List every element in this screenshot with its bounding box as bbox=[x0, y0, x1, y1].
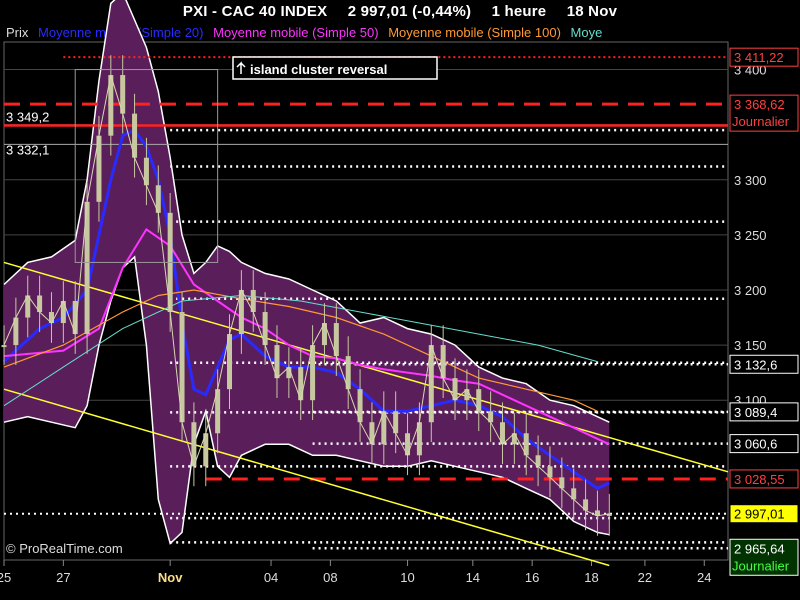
level-tag-sub: Journalier bbox=[732, 114, 790, 129]
x-tick-label: 10 bbox=[400, 570, 414, 585]
level-tag: 2 965,64 Journalier bbox=[729, 538, 799, 576]
x-tick-label: 08 bbox=[323, 570, 337, 585]
level-tag: 3 132,6 bbox=[729, 354, 799, 374]
x-tick-label: 22 bbox=[638, 570, 652, 585]
y-tick-label: 3 250 bbox=[734, 228, 767, 243]
x-tick-label: 14 bbox=[466, 570, 480, 585]
watermark: © ProRealTime.com bbox=[6, 541, 123, 556]
y-tick-label: 3 150 bbox=[734, 338, 767, 353]
price-chart[interactable]: 3 1003 1503 2003 2503 3003 3503 4002527N… bbox=[0, 0, 800, 600]
level-tag-value: 3 368,62 bbox=[734, 97, 785, 112]
level-tag-left: 3 332,1 bbox=[6, 142, 49, 157]
x-tick-label: 25 bbox=[0, 570, 11, 585]
x-tick-label: 24 bbox=[697, 570, 711, 585]
level-tag: 3 089,4 bbox=[729, 402, 799, 422]
x-tick-label: 27 bbox=[56, 570, 70, 585]
x-tick-label: 16 bbox=[525, 570, 539, 585]
x-tick-label: 18 bbox=[584, 570, 598, 585]
level-tag: 3 411,22 bbox=[729, 47, 799, 67]
y-tick-label: 3 300 bbox=[734, 173, 767, 188]
x-tick-label: Nov bbox=[158, 570, 183, 585]
level-tag: 3 060,6 bbox=[729, 434, 799, 454]
annotation-text: island cluster reversal bbox=[250, 62, 387, 77]
level-tag: 3 028,55 bbox=[729, 469, 799, 489]
level-tag-value: 2 997,01 bbox=[734, 507, 785, 522]
level-tag-left: 3 349,2 bbox=[6, 110, 49, 125]
level-tag-value: 3 411,22 bbox=[734, 50, 784, 65]
level-tag: 3 368,62 Journalier bbox=[729, 94, 799, 132]
candle-body bbox=[1, 345, 7, 348]
level-tag-value: 3 060,6 bbox=[734, 437, 777, 452]
x-tick-label: 04 bbox=[264, 570, 278, 585]
level-tag-value: 3 028,55 bbox=[734, 472, 785, 487]
level-tag-value: 3 132,6 bbox=[734, 357, 777, 372]
level-tag-value: 3 089,4 bbox=[734, 405, 777, 420]
y-tick-label: 3 200 bbox=[734, 283, 767, 298]
level-tag-value: 2 965,64 bbox=[734, 541, 785, 556]
level-tag: 2 997,01 bbox=[729, 504, 799, 524]
level-tag-sub: Journalier bbox=[732, 558, 790, 573]
annotation: island cluster reversal bbox=[232, 56, 438, 80]
